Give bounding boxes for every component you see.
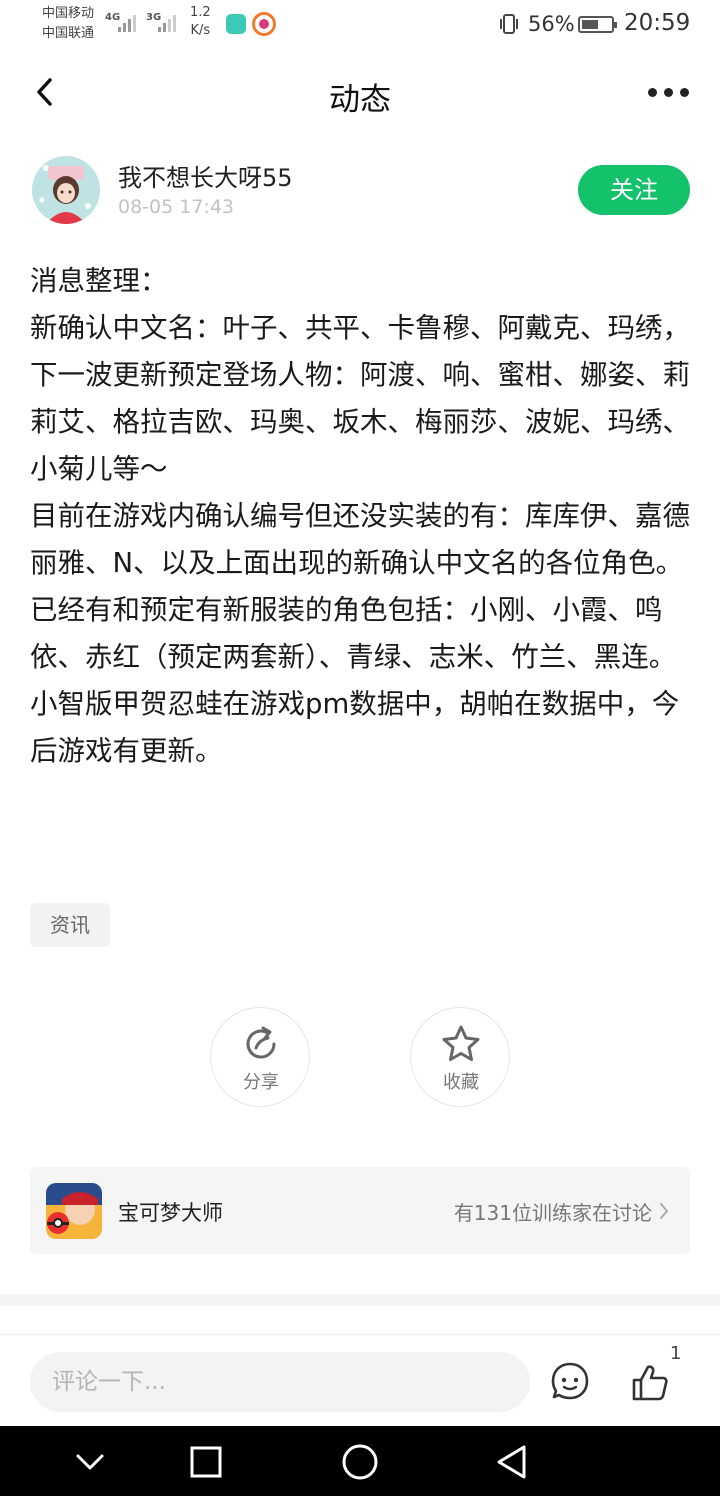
avatar[interactable] <box>32 156 100 224</box>
back-triangle-icon[interactable] <box>490 1440 534 1484</box>
signal-icon <box>118 12 136 32</box>
star-icon <box>442 1025 480 1061</box>
home-icon[interactable] <box>338 1440 382 1484</box>
recent-apps-icon[interactable] <box>184 1440 228 1484</box>
app-notification-icon <box>252 12 276 36</box>
more-dots-icon[interactable] <box>640 78 696 106</box>
emoji-icon[interactable] <box>550 1361 590 1401</box>
like-count: 1 <box>670 1343 682 1364</box>
status-bar: 中国移动 中国联通 4G 3G 1.2 K/s 56% 20:59 <box>0 0 720 50</box>
vibrate-icon <box>500 14 518 34</box>
signal-icon <box>158 12 176 32</box>
game-discussion-count: 有131位训练家在讨论 <box>453 1201 652 1225</box>
post-time: 08-05 17:43 <box>118 196 235 218</box>
game-icon <box>46 1183 102 1239</box>
clock: 20:59 <box>624 10 691 36</box>
battery-level <box>582 20 598 29</box>
thumbs-up-icon[interactable] <box>628 1361 672 1405</box>
carrier-1: 中国移动 <box>42 6 95 21</box>
follow-button[interactable]: 关注 <box>578 165 690 215</box>
post-paragraph: 已经有和预定有新服装的角色包括：小刚、小霞、鸣依、赤红（预定两套新）、青绿、志米… <box>30 594 677 673</box>
share-icon <box>246 1026 276 1059</box>
post-content: 消息整理： 新确认中文名：叶子、共平、卡鲁穆、阿戴克、玛绣，下一波更新预定登场人… <box>30 258 694 775</box>
favorite-label: 收藏 <box>443 1072 479 1093</box>
chevron-down-icon[interactable] <box>68 1440 112 1484</box>
system-nav-bar <box>0 1426 720 1496</box>
chevron-right-icon <box>660 1203 669 1219</box>
speed-unit: K/s <box>190 23 211 38</box>
speed-value: 1.2 <box>190 5 211 20</box>
comment-bar: 评论一下... 1 <box>0 1334 720 1426</box>
share-button[interactable]: 分享 <box>210 1007 310 1107</box>
battery-icon <box>578 16 617 33</box>
post-paragraph: 新确认中文名：叶子、共平、卡鲁穆、阿戴克、玛绣，下一波更新预定登场人物：阿渡、响… <box>30 312 690 485</box>
comment-input[interactable]: 评论一下... <box>30 1352 530 1412</box>
page-title: 动态 <box>329 82 391 118</box>
favorite-button[interactable]: 收藏 <box>410 1007 510 1107</box>
carrier-info: 中国移动 中国联通 <box>42 4 94 44</box>
carrier-2: 中国联通 <box>42 26 95 41</box>
battery-percent: 56% <box>528 12 575 36</box>
top-nav-bar: 动态 <box>0 54 720 130</box>
topic-tag[interactable]: 资讯 <box>30 903 110 947</box>
section-divider <box>0 1294 720 1306</box>
game-name: 宝可梦大师 <box>118 1201 223 1225</box>
post-paragraph: 消息整理： <box>30 265 168 297</box>
app-notification-icon <box>226 14 246 34</box>
share-label: 分享 <box>243 1072 279 1093</box>
post-paragraph: 小智版甲贺忍蛙在游戏pm数据中，胡帕在数据中，今后游戏有更新。 <box>30 688 680 767</box>
post-paragraph: 目前在游戏内确认编号但还没实装的有：库库伊、嘉德丽雅、N、以及上面出现的新确认中… <box>30 500 690 579</box>
network-speed: 1.2 K/s <box>190 4 211 40</box>
author-name[interactable]: 我不想长大呀55 <box>118 158 293 193</box>
game-card[interactable]: 宝可梦大师 有131位训练家在讨论 <box>30 1167 690 1254</box>
